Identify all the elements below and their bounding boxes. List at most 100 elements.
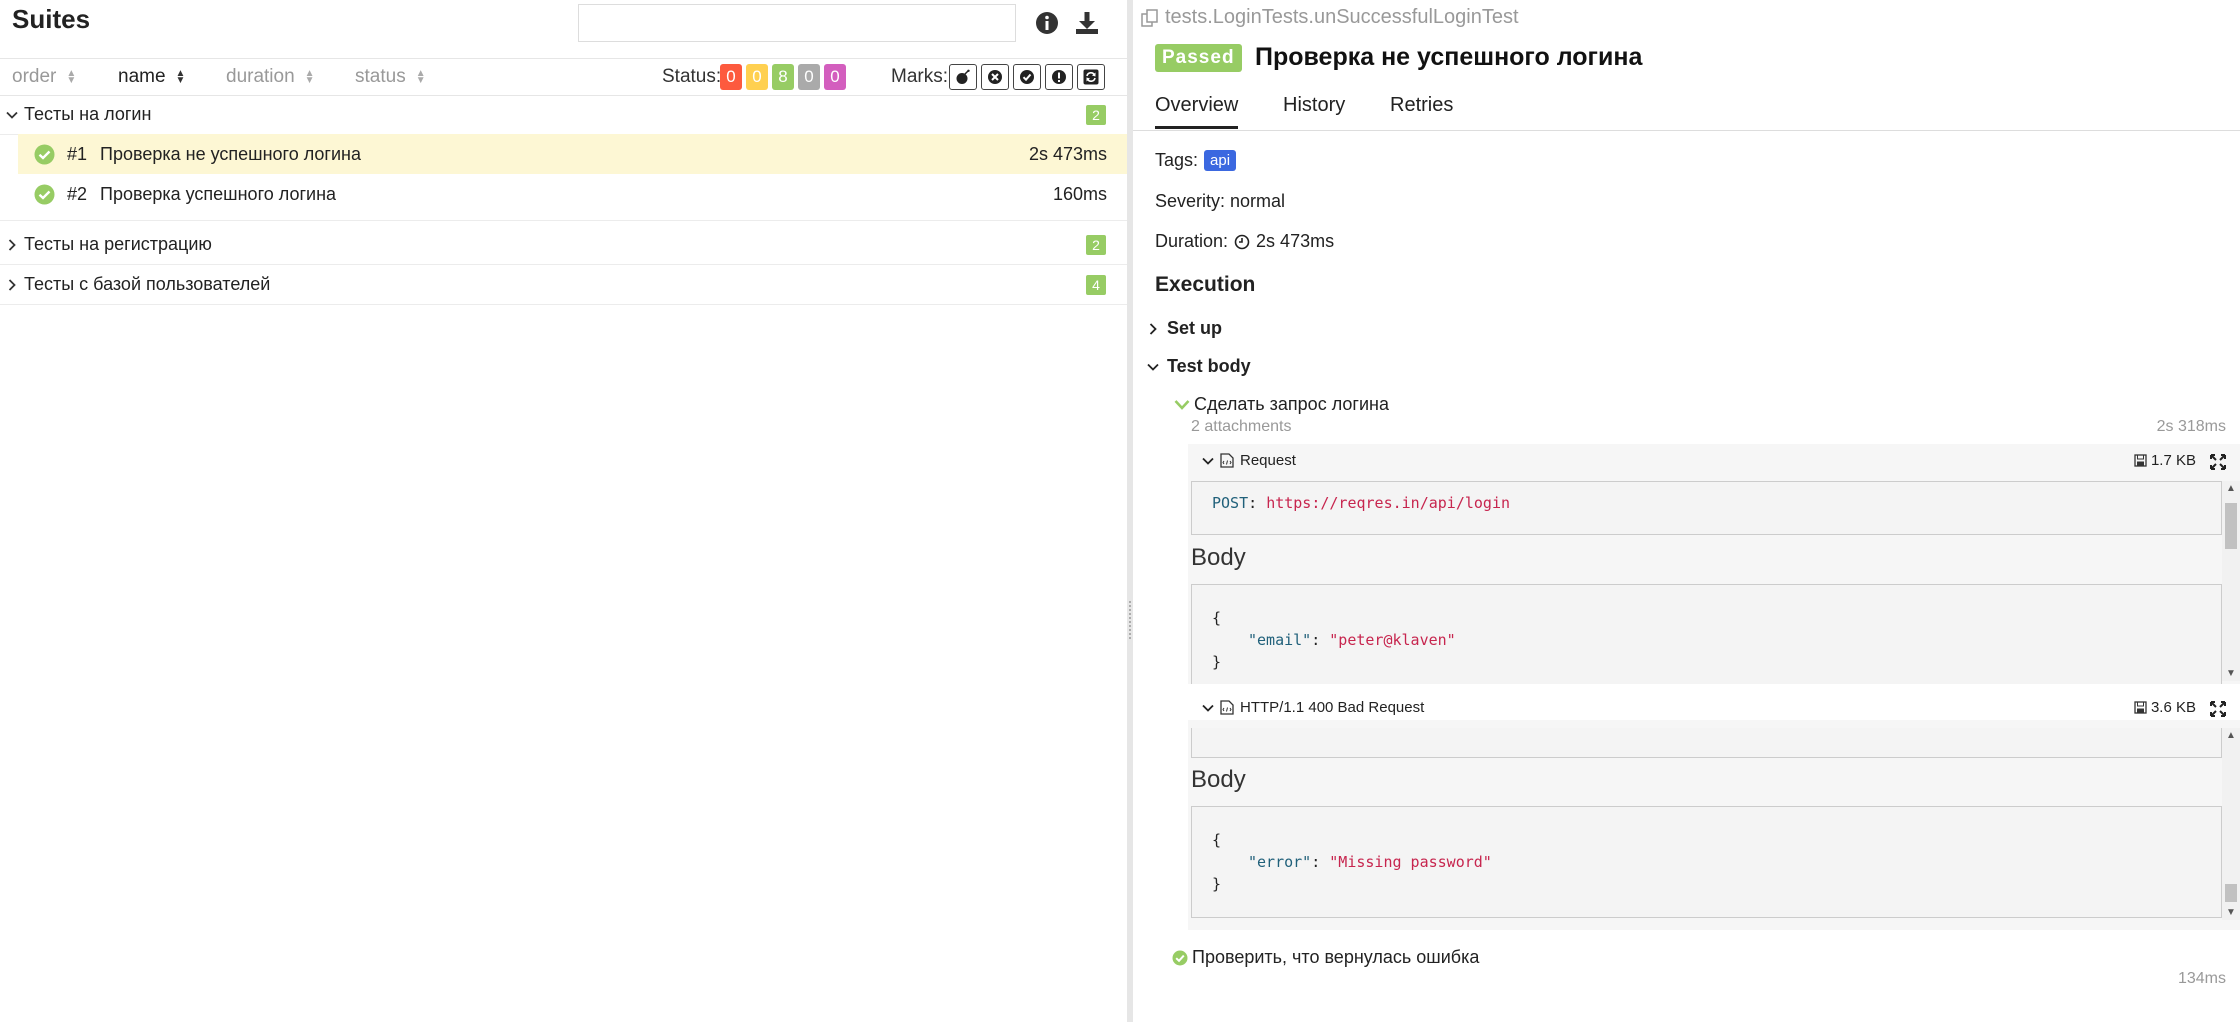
setup-label: Set up (1167, 318, 1223, 338)
suite-group-login[interactable]: Тесты на логин 2 (0, 96, 1127, 135)
request-body-code: { "email": "peter@klaven" } (1191, 584, 2222, 684)
detail-tabs: Overview History Retries (1133, 86, 2240, 131)
attachment-response-header[interactable]: HTTP/1.1 400 Bad Request (1202, 699, 1424, 716)
mark-new-passed-toggle[interactable] (1013, 64, 1041, 90)
step-check-error[interactable]: Проверить, что вернулась ошибка (1172, 947, 1479, 968)
mark-flaky-toggle[interactable] (949, 64, 977, 90)
request-url-block: POST: https://reqres.in/api/login (1191, 481, 2222, 535)
chevron-down-passed-icon (1174, 399, 1190, 410)
status-broken-toggle[interactable]: 0 (746, 64, 768, 90)
passed-check-icon (1172, 950, 1188, 965)
suite-group-count-badge: 2 (1086, 235, 1106, 255)
attachment-size-value: 1.7 KB (2150, 452, 2196, 469)
sort-duration[interactable]: duration ▲ ▼ (226, 66, 315, 88)
sort-order-label: order (12, 66, 57, 87)
chevron-right-icon (1149, 322, 1157, 335)
code-key: "email" (1248, 631, 1312, 649)
passed-check-icon (34, 144, 55, 165)
step-duration: 134ms (2177, 970, 2226, 987)
suites-header: Suites (0, 0, 1127, 58)
status-failed-toggle[interactable]: 0 (720, 64, 742, 90)
status-filter: 0 0 8 0 0 (720, 64, 846, 90)
mark-new-broken-toggle[interactable] (1045, 64, 1073, 90)
tab-history[interactable]: History (1283, 94, 1345, 117)
exclamation-circle-icon (1052, 70, 1066, 84)
attachment-size-value: 3.6 KB (2150, 699, 2196, 716)
scroll-down-icon[interactable]: ▼ (2226, 668, 2236, 679)
test-full-name: tests.LoginTests.unSuccessfulLoginTest (1141, 6, 1519, 29)
test-row[interactable]: #2 Проверка успешного логина 160ms (18, 174, 1127, 214)
sort-name[interactable]: name ▲ ▼ (118, 66, 185, 88)
chevron-down-icon (1202, 704, 1214, 712)
attachment-name: Request (1240, 452, 1296, 469)
test-details-pane: tests.LoginTests.unSuccessfulLoginTest P… (1133, 0, 2240, 1022)
status-passed-toggle[interactable]: 8 (772, 64, 794, 90)
test-number: #2 (67, 184, 88, 204)
duration-label: Duration: (1155, 231, 1229, 251)
suites-title: Suites (12, 4, 91, 34)
save-icon[interactable] (2134, 454, 2147, 467)
status-skipped-toggle[interactable]: 0 (798, 64, 820, 90)
tab-overview[interactable]: Overview (1155, 94, 1239, 129)
page-title: Проверка не успешного логина (1255, 43, 1643, 71)
scrollbar-thumb[interactable] (2225, 503, 2237, 549)
request-line: POST: https://reqres.in/api/login (1212, 494, 1511, 512)
code-open-brace: { (1212, 831, 1222, 849)
clock-icon (1234, 234, 1250, 249)
tab-retries[interactable]: Retries (1390, 94, 1453, 117)
times-circle-icon (988, 70, 1002, 84)
suite-group-name: Тесты с базой пользователей (24, 274, 271, 294)
suite-group-registration[interactable]: Тесты на регистрацию 2 (0, 226, 1127, 265)
scroll-down-icon[interactable]: ▼ (2226, 907, 2236, 918)
response-body-code: { "error": "Missing password" } (1191, 806, 2222, 918)
suite-group-user-db[interactable]: Тесты с базой пользователей 4 (0, 266, 1127, 305)
mark-retries-toggle[interactable] (1077, 64, 1105, 90)
code-line: "email": "peter@klaven" (1248, 631, 1456, 649)
bomb-icon (956, 69, 970, 84)
sort-status[interactable]: status ▲ ▼ (355, 66, 426, 88)
test-duration: 2s 473ms (1028, 144, 1107, 164)
grip-icon (1128, 600, 1132, 640)
code-colon: : (1311, 631, 1321, 649)
scroll-up-icon[interactable]: ▲ (2226, 483, 2236, 494)
status-unknown-toggle[interactable]: 0 (824, 64, 846, 90)
step-login-request[interactable]: Сделать запрос логина (1174, 394, 1389, 415)
tags-line: Tags: api (1155, 150, 1237, 171)
tag-badge: api (1204, 150, 1237, 171)
response-headers-block (1191, 728, 2222, 758)
execution-heading: Execution (1155, 273, 1256, 296)
save-icon[interactable] (2134, 701, 2147, 714)
search-input[interactable] (578, 4, 1016, 42)
setup-section[interactable]: Set up (1147, 318, 1222, 339)
code-open-brace: { (1212, 609, 1222, 627)
test-full-name-text: tests.LoginTests.unSuccessfulLoginTest (1165, 6, 1519, 28)
response-scrollbar[interactable]: ▲ ▼ (2222, 728, 2240, 920)
test-body-section[interactable]: Test body (1147, 356, 1251, 377)
expand-icon[interactable] (2210, 454, 2226, 470)
expand-icon[interactable] (2210, 701, 2226, 717)
status-filter-label: Status: (662, 66, 722, 87)
chevron-down-icon (6, 111, 18, 119)
download-icon[interactable] (1074, 10, 1100, 36)
marks-filter (949, 64, 1105, 90)
sort-order[interactable]: order ▲ ▼ (12, 66, 76, 88)
suite-group-count-badge: 2 (1086, 105, 1106, 125)
copy-icon[interactable] (1141, 8, 1159, 27)
scroll-up-icon[interactable]: ▲ (2226, 730, 2236, 741)
attachment-request-header[interactable]: Request (1202, 452, 1296, 469)
test-row[interactable]: #1 Проверка не успешного логина 2s 473ms (18, 134, 1127, 174)
file-code-icon (1220, 700, 1234, 715)
sort-name-label: name (118, 66, 166, 87)
marks-filter-label: Marks: (891, 66, 948, 87)
file-code-icon (1220, 453, 1234, 468)
request-url: https://reqres.in/api/login (1266, 494, 1511, 512)
step-name: Проверить, что вернулась ошибка (1192, 947, 1480, 967)
code-key: "error" (1248, 853, 1312, 871)
request-scrollbar[interactable]: ▲ ▼ (2222, 481, 2240, 681)
scrollbar-thumb[interactable] (2225, 884, 2237, 902)
duration-line: Duration: 2s 473ms (1155, 231, 1334, 252)
test-name: Проверка не успешного логина (100, 144, 361, 164)
mark-new-failed-toggle[interactable] (981, 64, 1009, 90)
info-icon[interactable] (1034, 10, 1060, 36)
attachment-size: 3.6 KB (2134, 699, 2196, 716)
